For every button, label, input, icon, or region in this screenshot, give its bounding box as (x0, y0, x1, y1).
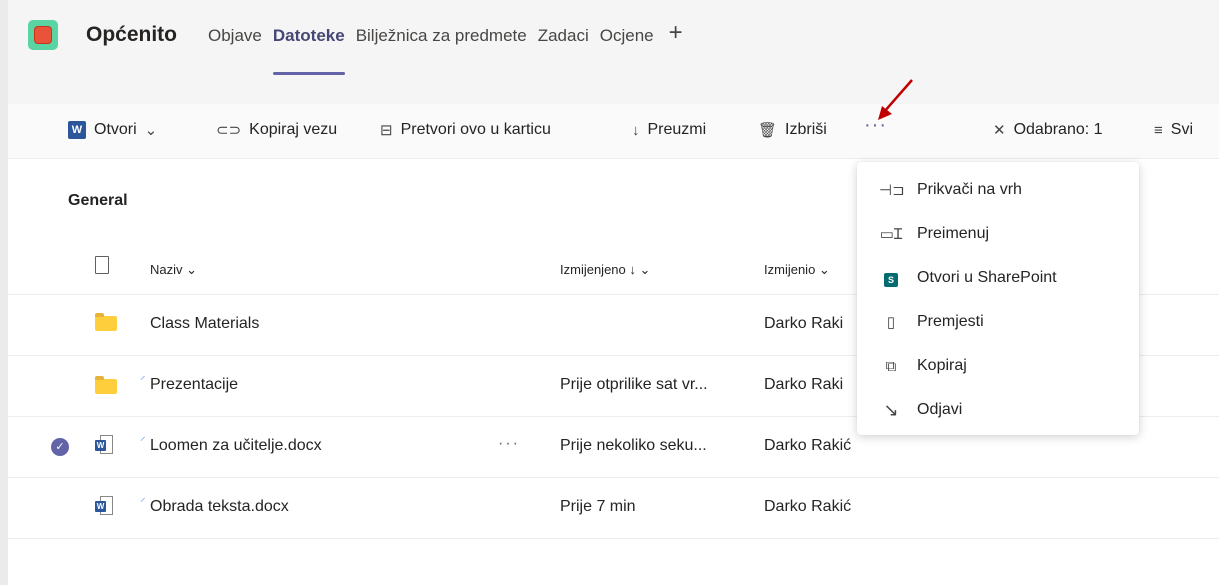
new-item-icon: ⸝ (140, 370, 146, 382)
channel-title: Općenito (86, 23, 178, 46)
rename-icon: ▭Ɪ (879, 226, 903, 243)
link-icon: ⊂⊃ (216, 122, 242, 139)
table-row[interactable]: W ⸝ Obrada teksta.docx Prije 7 min Darko… (8, 478, 1219, 539)
word-document-icon: W (95, 435, 113, 455)
column-name[interactable]: Naziv ⌄ (150, 262, 197, 278)
open-label: Otvori (94, 121, 137, 138)
new-item-icon: ⸝ (140, 431, 146, 443)
close-icon: ✕ (993, 122, 1006, 139)
sharepoint-icon: S (879, 270, 903, 287)
view-all-button[interactable]: ≡ Svi (1154, 121, 1193, 139)
more-options-menu: ⊣⊐ Prikvači na vrh ▭Ɪ Preimenuj S Otvori… (857, 162, 1139, 435)
file-name[interactable]: Class Materials (150, 315, 259, 333)
file-name[interactable]: Prezentacije (150, 376, 238, 394)
file-name[interactable]: Loomen za učitelje.docx (150, 437, 322, 455)
file-modified: Prije nekoliko seku... (560, 437, 707, 454)
chevron-down-icon: ⌄ (144, 122, 158, 139)
tab-icon: ⊟ (380, 122, 393, 139)
word-icon: W (68, 121, 86, 139)
make-tab-label: Pretvori ovo u karticu (400, 121, 551, 138)
team-avatar (28, 20, 58, 50)
column-modified[interactable]: Izmijenjeno ↓ ⌄ (560, 262, 650, 278)
row-selected-checkmark-icon[interactable]: ✓ (51, 438, 69, 456)
app-left-edge (0, 0, 8, 585)
menu-item-pin[interactable]: ⊣⊐ Prikvači na vrh (857, 168, 1139, 212)
column-modified-by[interactable]: Izmijenio ⌄ (764, 262, 830, 278)
file-type-icon[interactable] (95, 256, 109, 274)
copy-link-button[interactable]: ⊂⊃ Kopiraj vezu (216, 121, 337, 139)
command-bar: W Otvori ⌄ ⊂⊃ Kopiraj vezu ⊟ Pretvori ov… (8, 104, 1219, 159)
file-modified-by: Darko Raki (764, 315, 844, 332)
trash-icon: 🗑 (758, 122, 778, 139)
file-modified: Prije otprilike sat vr... (560, 376, 708, 393)
channel-header: Općenito Objave Datoteke Bilježnica za p… (8, 0, 1219, 80)
new-item-icon: ⸝ (140, 492, 146, 504)
tab-datoteke[interactable]: Datoteke (272, 26, 345, 75)
folder-icon (95, 376, 117, 394)
file-name[interactable]: Obrada teksta.docx (150, 498, 289, 516)
annotation-arrow (878, 79, 913, 120)
menu-item-rename[interactable]: ▭Ɪ Preimenuj (857, 212, 1139, 256)
shared-folder-icon (95, 313, 117, 331)
list-icon: ≡ (1154, 121, 1163, 139)
download-button[interactable]: ↓ Preuzmi (632, 121, 706, 139)
menu-item-open-sharepoint[interactable]: S Otvori u SharePoint (857, 256, 1139, 300)
menu-item-checkout[interactable]: ↘ Odjavi (857, 388, 1139, 432)
open-button[interactable]: W Otvori ⌄ (68, 121, 157, 139)
tab-ocjene[interactable]: Ocjene (600, 26, 654, 46)
view-all-label: Svi (1170, 121, 1193, 138)
file-modified-by: Darko Raki (764, 376, 844, 393)
file-modified-by: Darko Rakić (764, 498, 852, 515)
menu-item-move[interactable]: ▯ Premjesti (857, 300, 1139, 344)
download-icon: ↓ (632, 121, 640, 139)
file-modified: Prije 7 min (560, 498, 636, 515)
folder-breadcrumb: General (68, 192, 128, 209)
move-icon: ▯ (886, 314, 896, 331)
delete-button[interactable]: 🗑 Izbriši (758, 121, 827, 139)
row-more-options-icon[interactable]: ··· (498, 435, 520, 453)
file-modified-by: Darko Rakić (764, 437, 852, 454)
copy-link-label: Kopiraj vezu (249, 121, 338, 138)
delete-label: Izbriši (785, 121, 827, 138)
checkout-icon: ↘ (883, 399, 899, 420)
pin-icon: ⊣⊐ (879, 182, 905, 199)
copy-icon: ⧉ (885, 357, 897, 375)
clear-selection-button[interactable]: ✕ Odabrano: 1 (993, 121, 1103, 139)
tab-biljeznica[interactable]: Bilježnica za predmete (356, 26, 527, 46)
make-tab-button[interactable]: ⊟ Pretvori ovo u karticu (380, 121, 551, 139)
add-tab-icon[interactable]: + (669, 21, 683, 46)
word-document-icon: W (95, 496, 113, 516)
selected-count: Odabrano: 1 (1013, 121, 1103, 138)
channel-tabs: Objave Datoteke Bilježnica za predmete Z… (208, 21, 683, 75)
tab-objave[interactable]: Objave (208, 26, 262, 46)
download-label: Preuzmi (647, 121, 707, 138)
tab-zadaci[interactable]: Zadaci (538, 26, 589, 46)
menu-item-copy[interactable]: ⧉ Kopiraj (857, 344, 1139, 388)
